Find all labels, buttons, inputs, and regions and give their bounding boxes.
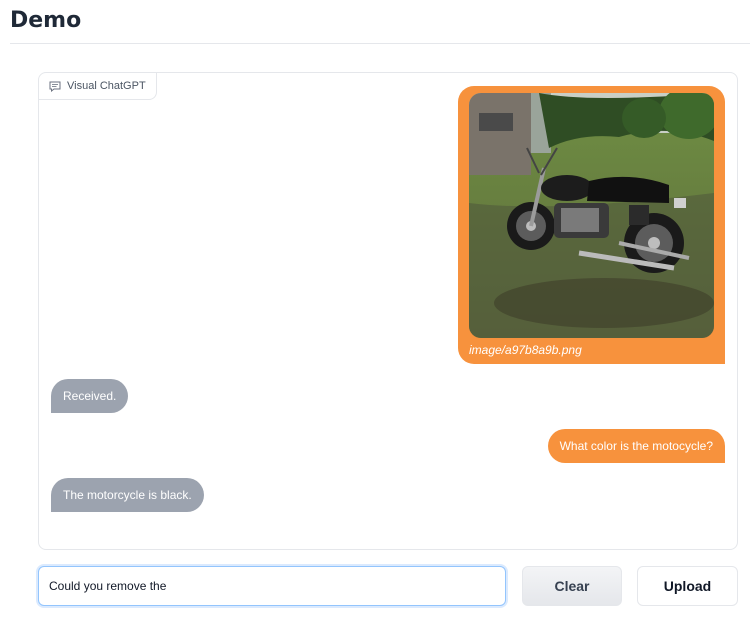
message-input[interactable] [38,566,506,606]
bot-message: Received. [51,379,129,413]
page: Demo Visual ChatGPT image/a97b8a9b.png R… [0,0,750,628]
title-divider [10,43,750,44]
chatbot-label-text: Visual ChatGPT [67,80,146,92]
image-filename: image/a97b8a9b.png [469,343,582,357]
motorcycle-image [469,93,714,338]
upload-button[interactable]: Upload [637,566,738,606]
chat-bubble-icon [49,81,61,92]
bot-message: The motorcycle is black. [51,478,204,512]
page-title: Demo [10,8,82,33]
motorcycle-photo[interactable] [469,93,714,338]
user-image-message: image/a97b8a9b.png [458,86,725,364]
chatbot-label: Visual ChatGPT [39,73,157,100]
user-message: What color is the motocycle? [547,429,725,463]
chatbot-panel[interactable]: Visual ChatGPT image/a97b8a9b.png Receiv… [38,72,738,550]
clear-button[interactable]: Clear [522,566,622,606]
